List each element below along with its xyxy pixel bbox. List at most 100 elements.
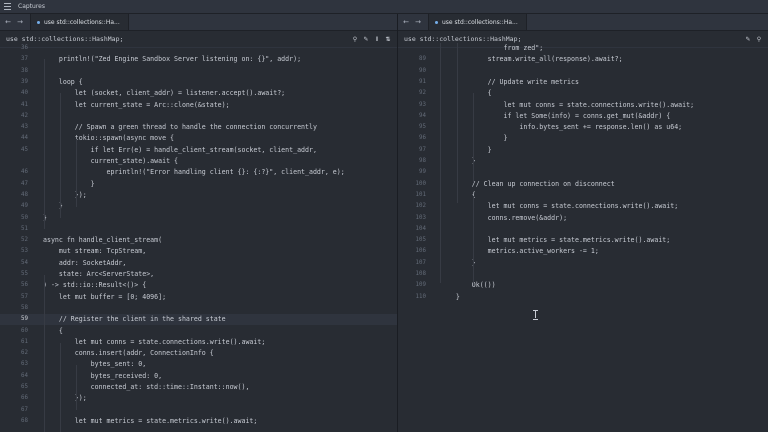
line-number: 94 xyxy=(419,112,426,119)
window-title: Captures xyxy=(18,3,45,10)
code-line[interactable]: 109 Ok(()) xyxy=(398,280,768,291)
code-text: connected_at: std::time::Instant::now(), xyxy=(43,383,250,391)
code-line[interactable]: 39 loop { xyxy=(0,77,397,88)
tab-bar: ← → use std::collections::Ha... xyxy=(0,14,397,31)
line-number: 37 xyxy=(21,56,28,63)
line-number: 58 xyxy=(21,304,28,311)
line-number: 40 xyxy=(21,90,28,97)
line-number: 56 xyxy=(21,282,28,289)
tab-file[interactable]: use std::collections::Ha... xyxy=(30,14,129,30)
arrow-left-icon[interactable]: ← xyxy=(2,14,14,30)
code-text: info.bytes_sent += response.len() as u64… xyxy=(440,123,683,132)
code-editor[interactable]: 36 37 println!("Zed Engine Sandbox Server… xyxy=(0,45,397,432)
code-line[interactable]: 95 info.bytes_sent += response.len() as … xyxy=(398,122,768,133)
code-line[interactable]: 97 } xyxy=(398,145,768,156)
code-line[interactable]: 110 } xyxy=(398,292,768,303)
line-number: 93 xyxy=(419,101,426,108)
arrow-right-icon[interactable]: → xyxy=(14,14,26,30)
code-line[interactable]: 53 mut stream: TcpStream, xyxy=(0,246,397,257)
code-line[interactable]: 107 } xyxy=(398,258,768,269)
file-modified-icon xyxy=(435,20,438,24)
tab-label: use std::collections::Ha... xyxy=(44,18,120,26)
code-line[interactable]: 104 xyxy=(398,224,768,235)
arrow-left-icon[interactable]: ← xyxy=(400,14,412,30)
code-line[interactable]: 56 ) -> std::io::Result<()> { xyxy=(0,280,397,291)
search-icon[interactable]: ⚲ xyxy=(756,36,762,43)
code-text: println!("Zed Engine Sandbox Server list… xyxy=(43,55,302,64)
code-text: mut stream: TcpStream, xyxy=(43,247,147,256)
code-line[interactable]: 102 let mut conns = state.connections.wr… xyxy=(398,201,768,212)
line-number: 89 xyxy=(419,56,426,63)
code-text: let mut conns = state.connections.write(… xyxy=(43,337,266,346)
line-number: 97 xyxy=(419,146,426,153)
code-actions-icon[interactable]: ✎ xyxy=(745,36,751,43)
code-text: let mut metrics = state.metrics.write().… xyxy=(43,416,258,425)
code-text: conns.insert(addr, ConnectionInfo { xyxy=(43,349,214,358)
code-line[interactable]: 90 xyxy=(398,66,768,77)
code-line[interactable]: 60 { xyxy=(0,326,397,337)
code-line[interactable]: 106 metrics.active_workers -= 1; xyxy=(398,246,768,257)
code-line[interactable]: 38 xyxy=(0,66,397,77)
line-number: 50 xyxy=(21,214,28,221)
code-line[interactable]: 93 let mut conns = state.connections.wri… xyxy=(398,100,768,111)
code-text: bytes_sent: 0, xyxy=(43,360,147,369)
code-line[interactable]: 105 let mut metrics = state.metrics.writ… xyxy=(398,235,768,246)
tab-label: use std::collections::Ha... xyxy=(442,18,518,26)
line-number: 59 xyxy=(21,316,28,323)
search-icon[interactable]: ⚲ xyxy=(352,36,358,43)
split-pane-icon[interactable]: ⇅ xyxy=(385,36,391,43)
code-line[interactable]: 96 } xyxy=(398,133,768,144)
code-line[interactable]: 103 conns.remove(&addr); xyxy=(398,213,768,224)
code-line[interactable]: 91 // Update write metrics xyxy=(398,77,768,88)
code-text: current_state).await { xyxy=(43,157,178,165)
code-line[interactable]: 94 if let Some(info) = conns.get_mut(&ad… xyxy=(398,111,768,122)
code-text: { xyxy=(43,326,63,335)
indent-guide xyxy=(60,93,61,218)
code-line[interactable]: 100 // Clean up connection on disconnect xyxy=(398,179,768,190)
line-number: 60 xyxy=(21,327,28,334)
code-text: if let Err(e) = handle_client_stream(soc… xyxy=(43,145,317,154)
line-number: 101 xyxy=(415,191,426,198)
code-line[interactable]: 37 println!("Zed Engine Sandbox Server l… xyxy=(0,54,397,65)
code-text: // Update write metrics xyxy=(440,77,579,86)
line-number: 39 xyxy=(21,78,28,85)
line-number: 63 xyxy=(21,361,28,368)
code-line[interactable]: 101 { xyxy=(398,190,768,201)
file-modified-icon xyxy=(37,20,40,24)
code-line[interactable]: 89 stream.write_all(response).await?; xyxy=(398,54,768,65)
code-line[interactable]: 54 addr: SocketAddr, xyxy=(0,258,397,269)
line-number: 43 xyxy=(21,124,28,131)
code-text: eprintln!("Error handling client {}: {:?… xyxy=(43,168,345,177)
tab-file[interactable]: use std::collections::Ha... xyxy=(428,14,527,30)
inline-assist-icon[interactable]: I xyxy=(374,36,380,43)
indent-guide xyxy=(60,343,61,432)
line-number: 48 xyxy=(21,191,28,198)
code-line[interactable]: 55 state: Arc<ServerState>, xyxy=(0,269,397,280)
line-number: 36 xyxy=(21,45,28,51)
code-line-active[interactable]: 59 // Register the client in the shared … xyxy=(0,314,397,326)
hamburger-menu-icon[interactable] xyxy=(4,2,14,12)
line-number: 100 xyxy=(415,180,426,187)
line-number: 103 xyxy=(415,214,426,221)
code-text: ) -> std::io::Result<()> { xyxy=(43,281,147,290)
code-line[interactable]: 108 xyxy=(398,269,768,280)
code-line[interactable]: from zed"; xyxy=(398,43,768,54)
line-number: 53 xyxy=(21,248,28,255)
line-number: 57 xyxy=(21,293,28,300)
code-text: // Register the client in the shared sta… xyxy=(43,315,226,324)
code-line[interactable]: 99 xyxy=(398,167,768,178)
code-line[interactable]: 58 xyxy=(0,303,397,314)
code-actions-icon[interactable]: ✎ xyxy=(363,36,369,43)
code-line[interactable]: 36 xyxy=(0,43,397,54)
code-text: let mut conns = state.connections.write(… xyxy=(440,202,679,211)
arrow-right-icon[interactable]: → xyxy=(412,14,424,30)
code-line[interactable]: 57 let mut buffer = [0; 4096]; xyxy=(0,292,397,303)
line-number: 65 xyxy=(21,384,28,390)
code-line[interactable]: 52 async fn handle_client_stream( xyxy=(0,235,397,246)
code-line[interactable]: 98 } xyxy=(398,156,768,167)
code-line[interactable]: 51 xyxy=(0,224,397,235)
code-text: stream.write_all(response).await?; xyxy=(440,55,623,64)
code-editor[interactable]: from zed"; 89 stream.write_all(response).… xyxy=(398,43,768,432)
code-line[interactable]: 92 { xyxy=(398,88,768,99)
tab-bar: ← → use std::collections::Ha... xyxy=(398,14,768,31)
